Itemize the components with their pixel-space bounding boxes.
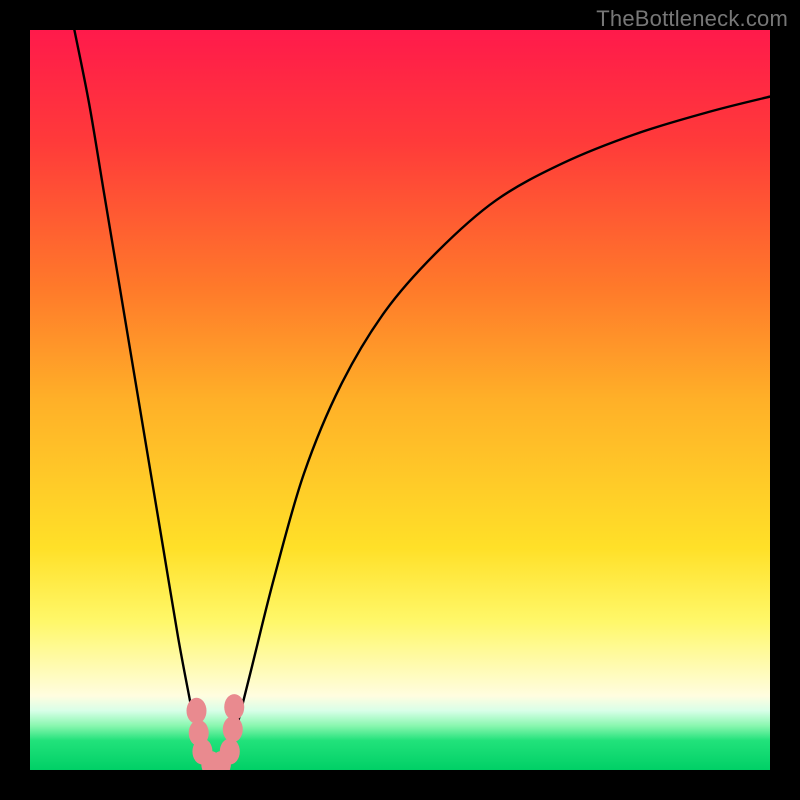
plot-area — [30, 30, 770, 770]
valley-marker — [223, 716, 243, 742]
valley-marker — [224, 694, 244, 720]
watermark-text: TheBottleneck.com — [596, 6, 788, 32]
valley-marker — [220, 739, 240, 765]
valley-marker — [187, 698, 207, 724]
chart-svg — [30, 30, 770, 770]
chart-frame: TheBottleneck.com — [0, 0, 800, 800]
bottleneck-curve — [74, 30, 770, 767]
series-group — [74, 30, 770, 767]
marker-group — [187, 694, 245, 770]
